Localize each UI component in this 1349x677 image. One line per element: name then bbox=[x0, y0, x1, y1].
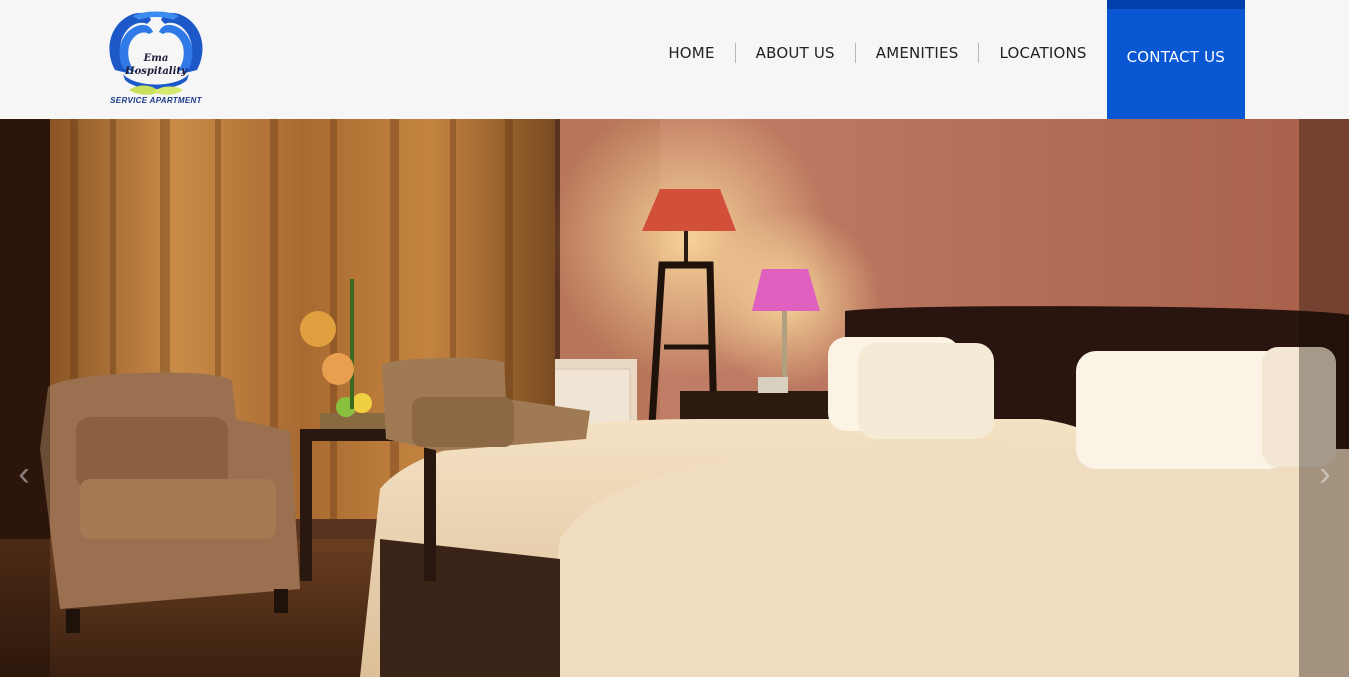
nav-amenities[interactable]: AMENITIES bbox=[856, 0, 979, 105]
brand-tagline: SERVICE APARTMENT bbox=[110, 96, 202, 105]
hotel-room-image bbox=[0, 119, 1349, 677]
hero-slider: ‹ › bbox=[0, 119, 1349, 677]
main-nav: HOME ABOUT US AMENITIES LOCATIONS CONTAC… bbox=[648, 0, 1245, 119]
brand-name-line1: Ema bbox=[143, 53, 169, 64]
logo[interactable]: Ema Hospitality SERVICE APARTMENT bbox=[103, 8, 209, 110]
chevron-left-icon[interactable]: ‹ bbox=[12, 454, 36, 494]
nav-contact-us[interactable]: CONTACT US bbox=[1106, 0, 1245, 119]
slider-edge-right bbox=[1299, 119, 1349, 677]
nav-home[interactable]: HOME bbox=[648, 0, 734, 105]
nav-about-us[interactable]: ABOUT US bbox=[736, 0, 855, 105]
site-header: Ema Hospitality SERVICE APARTMENT HOME A… bbox=[0, 0, 1349, 119]
brand-name-line2: Hospitality bbox=[125, 66, 187, 77]
nav-locations[interactable]: LOCATIONS bbox=[979, 0, 1106, 105]
slider-edge-left bbox=[0, 119, 50, 677]
chevron-right-icon[interactable]: › bbox=[1313, 454, 1337, 494]
